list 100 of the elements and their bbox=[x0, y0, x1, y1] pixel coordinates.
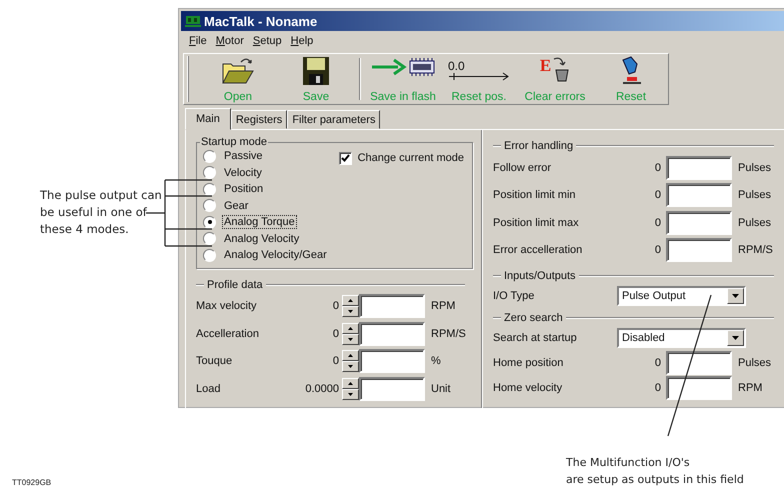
figure-id: TT0929GB bbox=[12, 478, 52, 487]
menu-item[interactable]: Setup bbox=[252, 35, 282, 47]
field-reading: 0 bbox=[332, 328, 339, 340]
down-arrow-icon bbox=[348, 310, 353, 314]
radio-label: Analog Velocity/Gear bbox=[223, 248, 328, 262]
field-reading: 0.0000 bbox=[305, 382, 339, 395]
down-arrow-icon bbox=[348, 365, 353, 368]
menu-item[interactable]: File bbox=[189, 35, 207, 47]
dropdown-arrow-icon bbox=[732, 336, 739, 340]
unit-label: Pulses bbox=[738, 189, 772, 202]
menu-item[interactable]: Help bbox=[290, 35, 314, 47]
spinner-control[interactable] bbox=[342, 322, 359, 345]
input-field[interactable] bbox=[666, 210, 732, 235]
field-label: Error accelleration bbox=[493, 244, 584, 256]
annotation-text: The pulse output can be useful in one of these 4 modes. bbox=[40, 187, 162, 238]
field-label: Touque bbox=[196, 355, 234, 368]
field-label: Home velocity bbox=[493, 382, 564, 394]
field-reading: 0 bbox=[654, 382, 661, 394]
field-label: Position limit min bbox=[493, 189, 577, 202]
annotation-line: The Multifunction I/O's bbox=[566, 455, 691, 471]
section-title: Inputs/Outputs bbox=[504, 270, 576, 282]
window-title: MacTalk - Noname bbox=[204, 14, 318, 28]
field-label: Follow error bbox=[493, 162, 552, 174]
radio-button[interactable] bbox=[203, 182, 216, 196]
radio-button[interactable] bbox=[203, 248, 216, 262]
toolbar-button[interactable]: 0.0 Reset pos. bbox=[441, 54, 517, 104]
radio-label: Analog Torque bbox=[222, 215, 297, 230]
spinner-control[interactable] bbox=[342, 295, 359, 318]
section-title: Error handling bbox=[504, 140, 574, 152]
tab[interactable]: Filter parameters bbox=[287, 110, 380, 129]
dropdown-arrow-icon bbox=[732, 294, 739, 298]
position-reading: 0.0 bbox=[448, 60, 465, 72]
field-label: Accelleration bbox=[196, 328, 260, 340]
field-label: Load bbox=[196, 382, 222, 395]
arrow-to-chip-icon bbox=[370, 56, 436, 78]
unit-label: Pulses bbox=[738, 216, 772, 229]
field-label: Position limit max bbox=[493, 216, 580, 229]
bin-icon bbox=[552, 56, 570, 82]
menu-item[interactable]: Motor bbox=[216, 35, 244, 47]
input-field[interactable] bbox=[359, 322, 425, 346]
field-reading: 0 bbox=[654, 189, 661, 202]
field-reading: 0 bbox=[332, 300, 339, 312]
group-title: Startup mode bbox=[200, 136, 268, 148]
radio-label: Analog Velocity bbox=[223, 232, 300, 246]
field-reading: 0 bbox=[332, 355, 339, 368]
field-label: I/O Type bbox=[493, 290, 536, 302]
unit-label: RPM bbox=[431, 300, 456, 312]
unit-label: RPM/S bbox=[431, 328, 467, 340]
radio-button[interactable] bbox=[203, 150, 216, 163]
section-title: Zero search bbox=[504, 312, 563, 324]
radio-button[interactable] bbox=[203, 199, 216, 212]
spinner-control[interactable] bbox=[342, 378, 359, 400]
tab[interactable]: Main bbox=[185, 108, 231, 130]
unit-label: Pulses bbox=[738, 356, 772, 368]
arrow-line-icon bbox=[448, 72, 510, 81]
section-title: Profile data bbox=[207, 278, 263, 290]
radio-label: Position bbox=[223, 182, 264, 196]
up-arrow-icon bbox=[348, 354, 353, 358]
up-arrow-icon bbox=[348, 326, 353, 330]
spinner-control[interactable] bbox=[342, 350, 359, 372]
radio-button[interactable] bbox=[203, 166, 216, 180]
field-reading: 0 bbox=[654, 216, 661, 229]
dropdown[interactable]: Disabled bbox=[617, 328, 746, 348]
input-field[interactable] bbox=[666, 238, 732, 262]
folder-icon bbox=[221, 56, 255, 86]
radio-label: Gear bbox=[223, 198, 250, 213]
input-field[interactable] bbox=[666, 156, 732, 180]
app-icon bbox=[185, 15, 201, 27]
input-field[interactable] bbox=[666, 350, 732, 374]
unit-label: Unit bbox=[431, 382, 452, 395]
input-field[interactable] bbox=[359, 349, 425, 374]
radio-button[interactable] bbox=[203, 232, 216, 246]
up-arrow-icon bbox=[348, 382, 353, 385]
radio-label: Passive bbox=[223, 149, 264, 164]
field-reading: 0 bbox=[654, 162, 661, 174]
unit-label: Pulses bbox=[738, 162, 772, 174]
tab[interactable]: Registers bbox=[230, 110, 288, 129]
checkbox[interactable] bbox=[338, 152, 352, 164]
input-field[interactable] bbox=[359, 294, 425, 318]
unit-label: RPM/S bbox=[738, 244, 774, 256]
checkmark-icon bbox=[340, 154, 350, 162]
field-label: Max velocity bbox=[196, 300, 258, 312]
field-reading: 0 bbox=[654, 244, 661, 256]
dropdown[interactable]: Pulse Output bbox=[617, 286, 746, 306]
input-field[interactable] bbox=[666, 183, 732, 208]
annotation-line: are setup as outputs in this field bbox=[566, 472, 744, 488]
up-arrow-icon bbox=[348, 299, 353, 302]
radio-label: Velocity bbox=[223, 166, 263, 180]
field-label: Search at startup bbox=[493, 332, 578, 344]
down-arrow-icon bbox=[348, 338, 353, 341]
field-label: Home position bbox=[493, 356, 564, 368]
down-arrow-icon bbox=[348, 392, 353, 396]
field-reading: 0 bbox=[654, 356, 661, 368]
unit-label: % bbox=[431, 355, 442, 368]
radio-button[interactable] bbox=[203, 216, 216, 229]
input-field[interactable] bbox=[359, 376, 425, 401]
checkbox-label: Change current mode bbox=[358, 152, 464, 164]
error-letter: E bbox=[540, 56, 552, 76]
input-field[interactable] bbox=[666, 376, 732, 400]
unit-label: RPM bbox=[738, 382, 764, 394]
